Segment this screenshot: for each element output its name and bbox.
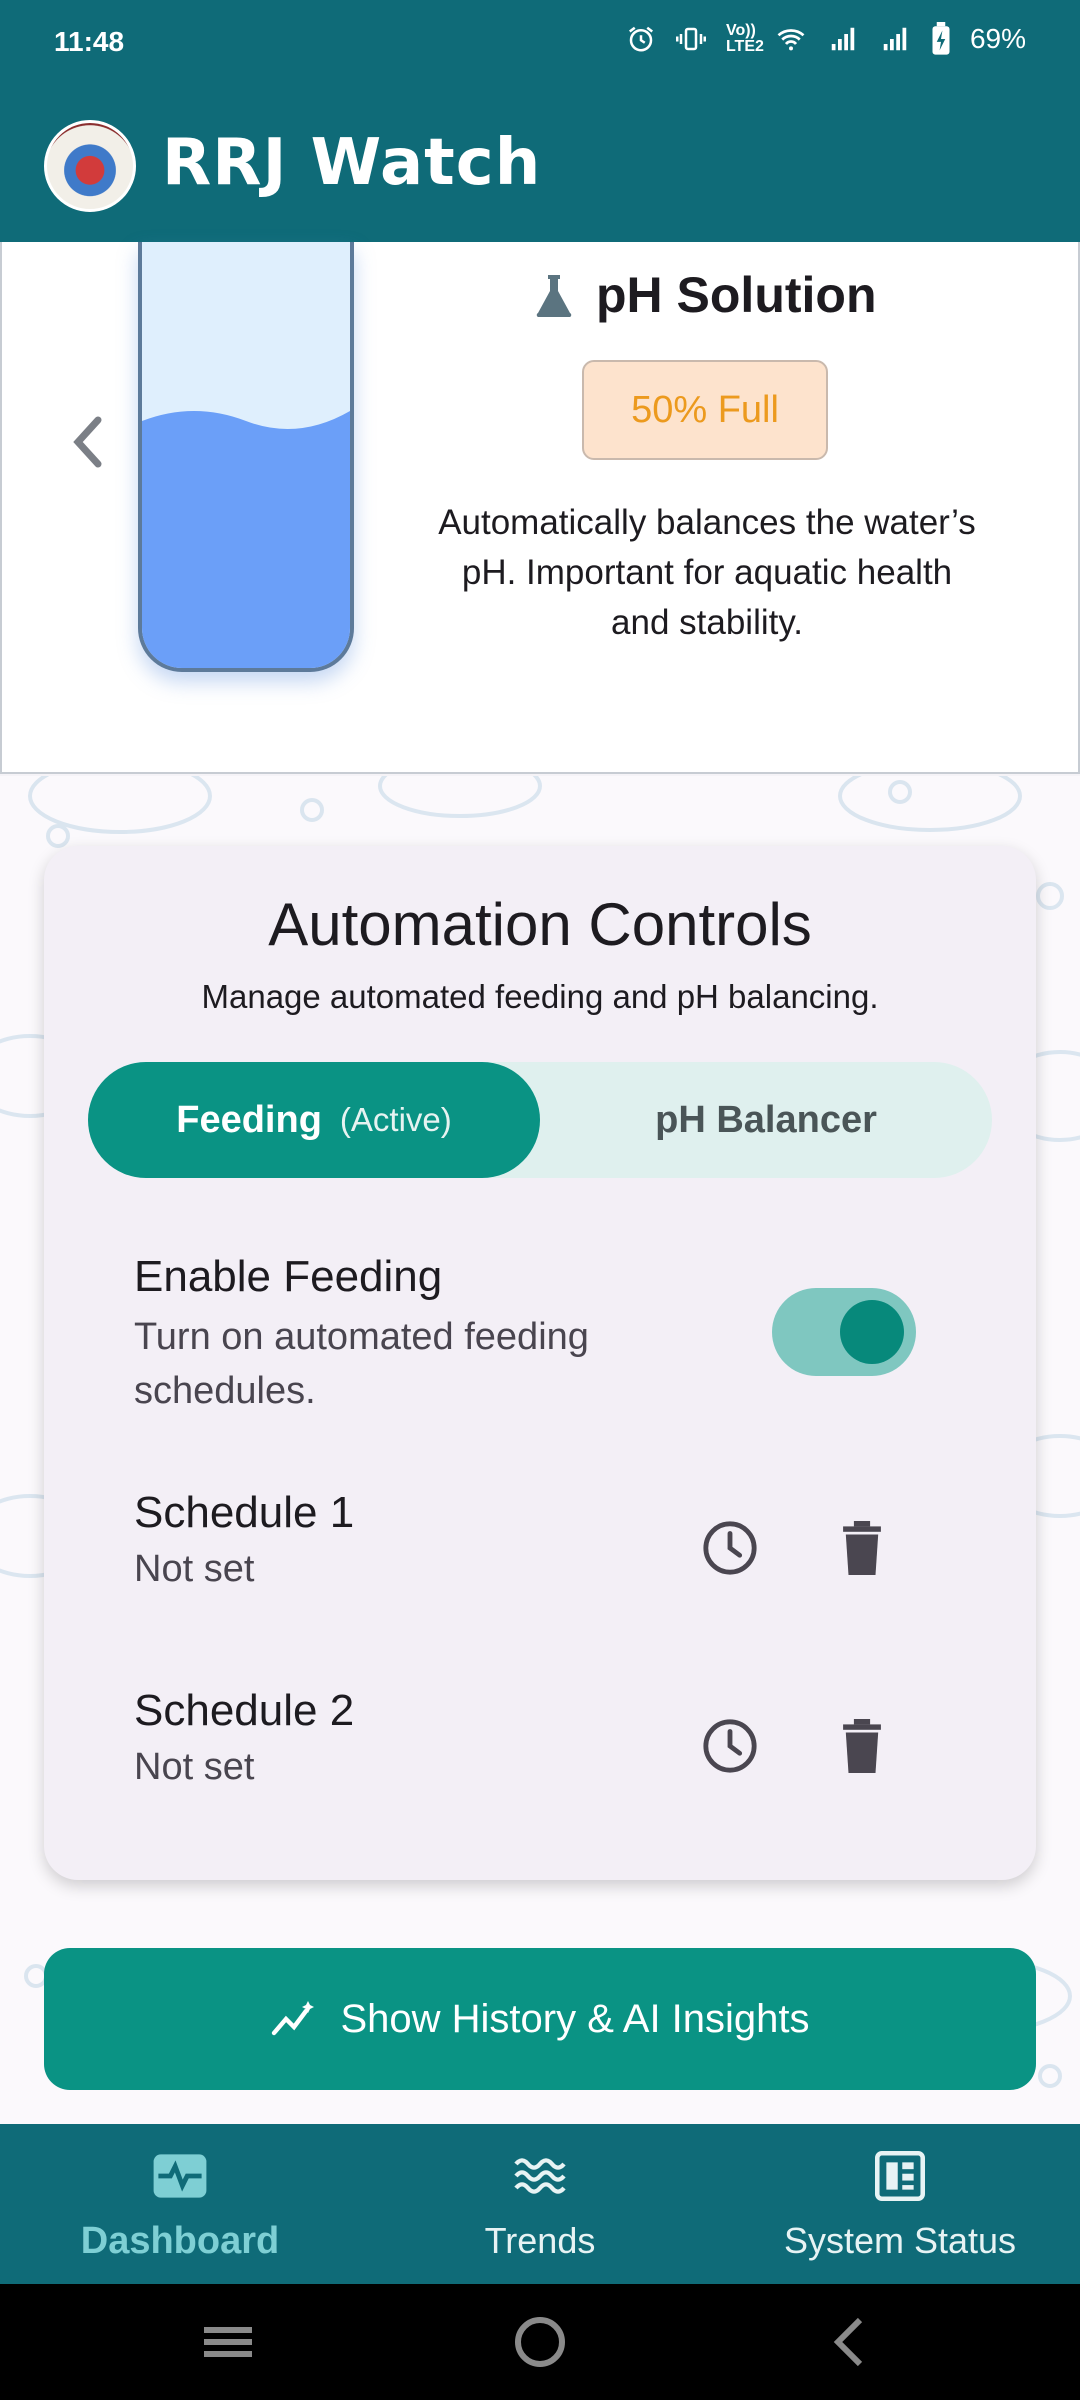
- schedule-1-value: Not set: [134, 1548, 255, 1590]
- vibrate-icon: [675, 27, 706, 51]
- schedule-2-value: Not set: [134, 1746, 255, 1788]
- enable-feeding-toggle[interactable]: [772, 1288, 916, 1376]
- clock-icon: [703, 1521, 757, 1575]
- schedule-2-delete-button[interactable]: [826, 1710, 898, 1782]
- schedule-2-title: Schedule 2: [134, 1686, 355, 1735]
- top-bar: 11:48 Vo)) LTE2 69% RRJ Watch: [0, 0, 1080, 242]
- volte-label: Vo)) LTE2: [725, 22, 764, 55]
- toggle-knob: [840, 1300, 904, 1364]
- solution-title-text: pH Solution: [596, 267, 877, 323]
- recents-icon[interactable]: [200, 2312, 256, 2372]
- clock-icon: [703, 1719, 757, 1773]
- trash-icon: [843, 1521, 881, 1575]
- water-wave: [142, 411, 350, 461]
- mode-tabs: Feeding (Active) pH Balancer: [88, 1062, 992, 1178]
- battery-percent: 69%: [969, 23, 1026, 54]
- water-fill: [142, 431, 350, 668]
- nav-trends-label: Trends: [484, 2220, 596, 2261]
- tank-card: pH Solution 50% Full Automatically balan…: [0, 242, 1080, 774]
- trash-icon: [843, 1719, 881, 1773]
- schedule-1-title: Schedule 1: [134, 1488, 355, 1537]
- nav-system-status-label: System Status: [783, 2220, 1017, 2261]
- alarm-icon: [628, 26, 653, 52]
- signal-icon: [831, 27, 855, 51]
- nav-dashboard-label: Dashboard: [80, 2220, 280, 2262]
- schedule-1-clock-button[interactable]: [694, 1512, 766, 1584]
- nav-system-status[interactable]: System Status: [760, 2124, 1040, 2284]
- bottom-navigation: Dashboard Trends System Status: [0, 2124, 1080, 2284]
- schedule-1-delete-button[interactable]: [826, 1512, 898, 1584]
- aquarium-logo-icon: [44, 120, 136, 212]
- fill-level-badge: 50% Full: [582, 360, 828, 460]
- wifi-icon: [777, 29, 805, 51]
- schedule-2-clock-button[interactable]: [694, 1710, 766, 1782]
- status-bar: 11:48 Vo)) LTE2 69%: [0, 0, 1080, 88]
- automation-subtitle: Manage automated feeding and pH balancin…: [201, 978, 879, 1015]
- nav-dashboard[interactable]: Dashboard: [60, 2124, 300, 2284]
- grid-status-icon: [873, 2148, 927, 2204]
- app-title: RRJ Watch: [162, 126, 542, 200]
- back-icon[interactable]: [822, 2312, 878, 2372]
- signal-icon-2: [883, 27, 907, 51]
- tab-feeding-status: (Active): [339, 1101, 452, 1138]
- battery-charging-icon: [932, 22, 950, 55]
- show-history-button[interactable]: Show History & AI Insights: [44, 1948, 1036, 2090]
- tab-feeding-label: Feeding: [176, 1098, 322, 1141]
- solution-title: pH Solution: [534, 266, 877, 324]
- automation-title: Automation Controls: [268, 891, 812, 958]
- enable-feeding-title: Enable Feeding: [134, 1252, 443, 1301]
- pulse-icon: [151, 2148, 209, 2204]
- status-icons: Vo)) LTE2 69%: [626, 22, 1026, 56]
- flask-icon: [536, 275, 572, 317]
- show-history-label: Show History & AI Insights: [340, 1996, 810, 2041]
- chevron-left-icon[interactable]: [70, 414, 106, 470]
- sparkle-chart-icon: [272, 2001, 315, 2036]
- automation-controls-card: Automation Controls Manage automated fee…: [44, 846, 1036, 1880]
- status-time: 11:48: [54, 26, 125, 57]
- app-bar: RRJ Watch: [0, 88, 1080, 242]
- tab-feeding[interactable]: Feeding (Active): [88, 1062, 540, 1178]
- nav-trends[interactable]: Trends: [420, 2124, 660, 2284]
- home-icon[interactable]: [512, 2312, 568, 2372]
- waves-icon: [511, 2148, 569, 2204]
- tab-ph-balancer[interactable]: pH Balancer: [540, 1062, 992, 1178]
- enable-feeding-description: Turn on automated feeding schedules.: [134, 1316, 589, 1412]
- system-navigation-bar: [0, 2284, 1080, 2400]
- solution-description: Automatically balances the water’s pH. I…: [438, 503, 976, 642]
- tank-level-visual: [138, 242, 354, 672]
